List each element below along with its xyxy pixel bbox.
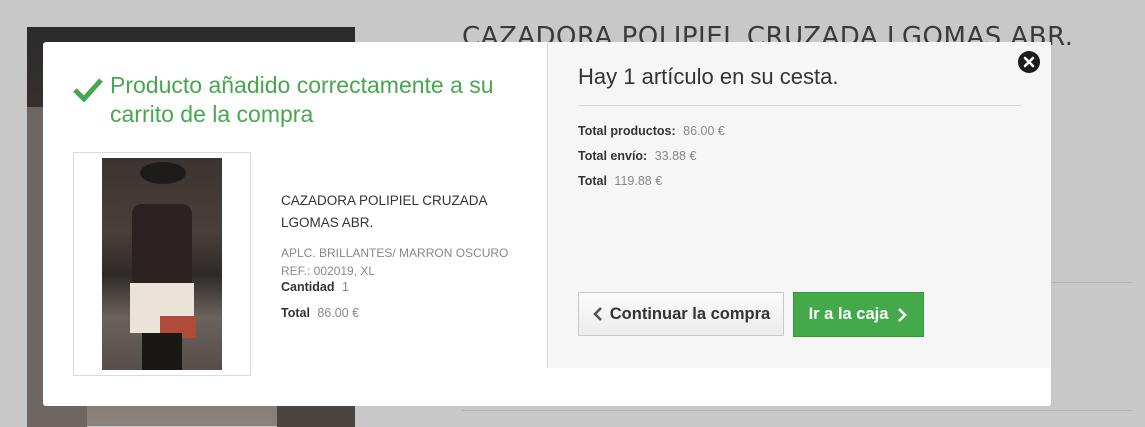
background-divider (462, 410, 1132, 411)
success-message: Producto añadido correctamente a su carr… (110, 72, 494, 127)
cart-added-modal: Producto añadido correctamente a su carr… (43, 42, 1051, 406)
product-name: CAZADORA POLIPIEL CRUZADA LGOMAS ABR. (281, 193, 487, 230)
cart-count-text: Hay 1 artículo en su cesta. (578, 64, 839, 89)
product-image-frame (73, 152, 251, 376)
summary-products-row: Total productos: 86.00 € (578, 124, 725, 138)
chevron-left-icon (592, 307, 602, 321)
cart-separator (578, 105, 1021, 106)
quantity-label: Cantidad (281, 280, 335, 294)
close-button[interactable] (1018, 51, 1040, 73)
product-attributes: APLC. BRILLANTES/ MARRON OSCURO REF.: 00… (281, 246, 509, 278)
shipping-total-label: Total envío: (578, 149, 648, 163)
modal-product-pane: Producto añadido correctamente a su carr… (43, 42, 547, 406)
cart-total-label: Total (578, 174, 607, 188)
products-total-value: 86.00 € (683, 124, 725, 138)
continue-shopping-button[interactable]: Continuar la compra (578, 292, 784, 336)
product-total-value: 86.00 € (317, 306, 360, 320)
summary-total-row: Total 119.88 € (578, 174, 662, 188)
checkout-button[interactable]: Ir a la caja (793, 292, 924, 337)
chevron-right-icon (898, 307, 908, 322)
product-quantity: Cantidad 1 (281, 280, 349, 294)
close-icon (1023, 56, 1035, 68)
shipping-total-value: 33.88 € (654, 149, 697, 163)
product-total-label: Total (281, 306, 310, 320)
product-image (102, 158, 222, 370)
cart-total-value: 119.88 € (614, 174, 663, 188)
modal-cart-pane: Hay 1 artículo en su cesta. Total produc… (548, 42, 1051, 368)
continue-shopping-label: Continuar la compra (609, 304, 771, 323)
background-divider (1052, 282, 1132, 283)
products-total-label: Total productos: (578, 124, 676, 138)
product-total: Total 86.00 € (281, 306, 359, 320)
check-icon (73, 78, 103, 102)
checkout-label: Ir a la caja (808, 305, 889, 323)
quantity-value: 1 (341, 280, 349, 294)
summary-shipping-row: Total envío: 33.88 € (578, 149, 696, 163)
